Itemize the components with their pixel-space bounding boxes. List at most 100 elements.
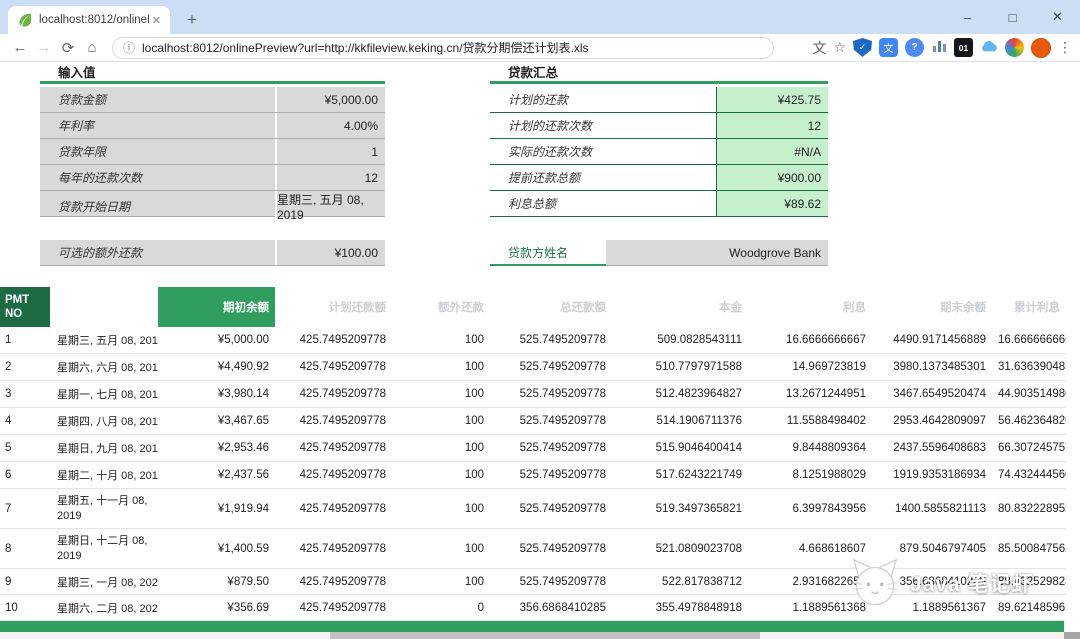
- extension-cloud-icon[interactable]: [980, 39, 998, 56]
- schedule-cell: 9: [5, 575, 12, 588]
- extension-help-icon[interactable]: ?: [905, 38, 924, 57]
- browser-titlebar: localhost:8012/onlinePreview? ✕ + – □ ✕: [0, 0, 1080, 34]
- bookmark-star-icon[interactable]: ☆: [833, 39, 846, 56]
- tab-close-icon[interactable]: ✕: [149, 12, 164, 29]
- schedule-cell: 509.0828543111: [657, 334, 742, 346]
- extension-shield-icon[interactable]: ✓: [853, 38, 872, 57]
- input-label: 贷款年限: [58, 145, 107, 159]
- url-text[interactable]: localhost:8012/onlinePreview?url=http://…: [142, 39, 589, 56]
- input-value: 12: [275, 165, 385, 190]
- schedule-header-cell: PMT NO: [0, 287, 50, 327]
- schedule-cell: ¥1,919.94: [217, 502, 269, 515]
- schedule-cell: 525.7495209778: [519, 575, 606, 588]
- schedule-cell: 100: [464, 469, 484, 481]
- new-tab-button[interactable]: +: [180, 8, 204, 32]
- extension-01-icon[interactable]: 01: [954, 38, 973, 57]
- schedule-cell: ¥3,980.14: [217, 388, 269, 400]
- minimize-button[interactable]: –: [945, 0, 990, 34]
- schedule-cell: 9.8448809364: [792, 442, 866, 454]
- input-row: 贷款年限 1: [40, 139, 385, 165]
- summary-label: 实际的还款次数: [508, 145, 593, 159]
- page-translate-icon[interactable]: 文: [812, 38, 826, 58]
- horizontal-scrollbar[interactable]: [0, 632, 1064, 639]
- summary-row: 计划的还款 ¥425.75: [490, 87, 828, 113]
- schedule-cell: 31.6363904856: [998, 361, 1066, 373]
- schedule-cell: 515.9046400414: [655, 442, 742, 454]
- schedule-header-cell: 计划还款额: [328, 302, 387, 314]
- extra-payment-row: 可选的额外还款 ¥100.00: [40, 240, 385, 266]
- summary-value: ¥89.62: [716, 191, 828, 216]
- schedule-cell: ¥2,953.46: [217, 442, 269, 454]
- schedule-cell: 星期三, 一月 08, 2020: [57, 576, 158, 589]
- browser-tab[interactable]: localhost:8012/onlinePreview? ✕: [8, 6, 170, 34]
- extension-colorful-icon[interactable]: [1005, 38, 1024, 57]
- schedule-cell: 100: [464, 442, 484, 454]
- browser-toolbar: ← → ⟳ ⌂ ⓘ localhost:8012/onlinePreview?u…: [0, 34, 1080, 62]
- summary-row: 提前还款总额 ¥900.00: [490, 165, 828, 191]
- schedule-cell: 100: [464, 334, 484, 346]
- schedule-cell: 13.2671244951: [786, 388, 866, 400]
- schedule-cell: ¥879.50: [227, 575, 269, 588]
- window-controls: – □ ✕: [945, 0, 1080, 34]
- schedule-cell: 100: [464, 415, 484, 427]
- schedule-cell: 425.7495209778: [299, 575, 386, 588]
- maximize-button[interactable]: □: [990, 0, 1035, 34]
- schedule-cell: 525.7495209778: [519, 334, 606, 346]
- input-value: 4.00%: [275, 113, 385, 138]
- forward-icon[interactable]: →: [32, 39, 56, 56]
- schedule-cell: 10: [5, 601, 18, 614]
- schedule-cell: 1919.9353186934: [893, 469, 986, 481]
- schedule-cell: 510.7797971588: [655, 361, 742, 373]
- schedule-cell: 星期五, 十一月 08, 2019: [57, 494, 148, 522]
- schedule-cell: 8: [5, 542, 12, 555]
- home-icon[interactable]: ⌂: [80, 39, 104, 56]
- schedule-cell: 522.817838712: [662, 575, 742, 588]
- input-values-table: 贷款金额 ¥5,000.00 年利率 4.00% 贷款年限 1 每年的还款次数 12 贷款开始日…: [40, 87, 385, 222]
- schedule-cell: 2437.5596408683: [893, 442, 986, 454]
- back-icon[interactable]: ←: [8, 39, 32, 56]
- schedule-row: 7 星期五, 十一月 08, 2019 ¥1,919.94 425.749520977…: [0, 489, 1066, 529]
- schedule-cell: 2953.4642809097: [893, 415, 986, 427]
- input-row: 贷款开始日期 星期三, 五月 08, 2019: [40, 191, 385, 222]
- schedule-cell: 100: [464, 502, 484, 515]
- watermark-text: Java 笔记虾: [910, 572, 1034, 596]
- schedule-cell: 425.7495209778: [299, 415, 386, 427]
- schedule-cell: 4490.9171456889: [893, 334, 986, 346]
- address-bar[interactable]: ⓘ localhost:8012/onlinePreview?url=http:…: [112, 36, 774, 59]
- spring-leaf-favicon-icon: [17, 12, 33, 28]
- schedule-header-cell: 额外还款: [438, 302, 484, 314]
- schedule-cell: 525.7495209778: [519, 469, 606, 481]
- close-button[interactable]: ✕: [1035, 0, 1080, 34]
- schedule-cell: 74.4324445601: [998, 469, 1066, 481]
- reload-icon[interactable]: ⟳: [56, 39, 80, 57]
- input-label: 年利率: [58, 119, 95, 133]
- schedule-cell: 14.969723819: [792, 361, 866, 373]
- profile-avatar[interactable]: [1031, 37, 1051, 58]
- input-value: 1: [275, 139, 385, 164]
- summary-value: ¥425.75: [716, 87, 828, 112]
- schedule-cell: 8.1251988029: [792, 469, 866, 481]
- summary-value: ¥900.00: [716, 165, 828, 190]
- schedule-cell: 525.7495209778: [519, 388, 606, 400]
- extension-chart-icon[interactable]: [931, 38, 947, 57]
- schedule-cell: 1: [5, 334, 12, 346]
- scrollbar-thumb[interactable]: [330, 632, 760, 639]
- cat-logo-icon: [848, 554, 902, 611]
- schedule-cell: 星期日, 十二月 08, 2019: [57, 534, 148, 562]
- schedule-cell: 425.7495209778: [299, 502, 386, 515]
- page-info-icon[interactable]: ⓘ: [123, 39, 135, 56]
- schedule-cell: 4.668618607: [798, 542, 866, 555]
- summary-label: 计划的还款次数: [508, 119, 593, 133]
- schedule-cell: 16.6666666667: [786, 334, 866, 346]
- schedule-cell: 星期二, 十月 08, 2019: [57, 470, 158, 482]
- schedule-cell: 100: [464, 542, 484, 555]
- schedule-cell: 16.6666666667: [998, 334, 1066, 346]
- schedule-row: 3 星期一, 七月 08, 2019 ¥3,980.14 425.7495209778…: [0, 381, 1066, 408]
- schedule-row: 2 星期六, 六月 08, 2019 ¥4,490.92 425.7495209778…: [0, 354, 1066, 381]
- schedule-header-cell: 还款日期: [106, 302, 152, 314]
- extension-translate-icon[interactable]: 文: [879, 38, 898, 57]
- input-value: ¥5,000.00: [275, 87, 385, 112]
- browser-menu-icon[interactable]: ⋮: [1058, 39, 1072, 56]
- schedule-cell: 7: [5, 502, 12, 515]
- schedule-cell: 514.1906711376: [656, 415, 743, 427]
